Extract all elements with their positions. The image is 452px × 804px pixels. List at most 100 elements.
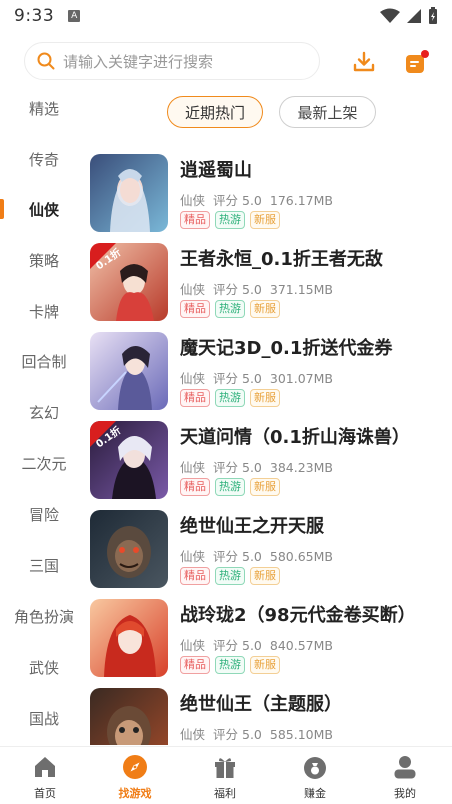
- category-item-active[interactable]: 仙侠: [0, 194, 88, 224]
- tag-badge: 新服: [250, 567, 280, 585]
- top-header: 请输入关键字进行搜索: [0, 40, 452, 84]
- nav-home[interactable]: 首页: [0, 747, 90, 804]
- game-meta: 仙侠 评分 5.0 384.23MB: [180, 457, 341, 476]
- game-list-item[interactable]: 0.1折 天道问情（0.1折山海诛兽） 仙侠 评分 5.0 384.23MB 精品 …: [88, 417, 452, 506]
- game-icon-image: [90, 332, 168, 410]
- nav-welfare[interactable]: 福利: [180, 747, 270, 804]
- category-item[interactable]: 精选: [0, 93, 88, 123]
- nav-label: 找游戏: [118, 787, 152, 800]
- tab-hot[interactable]: 近期热门: [167, 96, 263, 128]
- compass-icon: [123, 755, 147, 779]
- game-name: 战玲珑2（98元代金卷买断）: [180, 605, 416, 626]
- game-rating: 评分 5.0: [213, 460, 262, 475]
- tag-badge: 新服: [250, 656, 280, 674]
- tag-badge: 热游: [215, 300, 245, 318]
- search-icon: [37, 52, 55, 70]
- nav-earn[interactable]: 赚金: [270, 747, 360, 804]
- tag-badge: 新服: [250, 211, 280, 229]
- game-list: 逍遥蜀山 仙侠 评分 5.0 176.17MB 精品 热游 新服 0.1折 王者永恒…: [88, 150, 452, 745]
- category-label: 冒险: [28, 505, 59, 524]
- tag-badge: 精品: [180, 567, 210, 585]
- category-item[interactable]: 传奇: [0, 144, 88, 174]
- game-name: 绝世仙王（主题服）: [180, 694, 342, 715]
- game-rating: 评分 5.0: [213, 193, 262, 208]
- nav-find-games[interactable]: 找游戏: [90, 747, 180, 804]
- message-icon[interactable]: [404, 48, 430, 76]
- game-icon-image: [90, 154, 168, 232]
- game-name: 魔天记3D_0.1折送代金券: [180, 338, 393, 359]
- tab-new[interactable]: 最新上架: [279, 96, 376, 128]
- game-meta: 仙侠 评分 5.0 840.57MB: [180, 635, 341, 654]
- category-item[interactable]: 二次元: [0, 448, 88, 478]
- game-tags: 精品 热游 新服: [180, 389, 280, 407]
- nav-label: 福利: [214, 787, 236, 800]
- game-list-item[interactable]: 战玲珑2（98元代金卷买断） 仙侠 评分 5.0 840.57MB 精品 热游 新服: [88, 595, 452, 684]
- game-size: 176.17MB: [269, 193, 333, 208]
- category-label: 角色扮演: [13, 607, 74, 626]
- category-item[interactable]: 武侠: [0, 652, 88, 682]
- category-label: 精选: [28, 99, 59, 118]
- game-meta: 仙侠 评分 5.0 371.15MB: [180, 279, 341, 298]
- game-tags: 精品 热游 新服: [180, 656, 280, 674]
- game-list-item[interactable]: 魔天记3D_0.1折送代金券 仙侠 评分 5.0 301.07MB 精品 热游 新服: [88, 328, 452, 417]
- category-label: 武侠: [28, 658, 59, 677]
- status-time: 9:33: [14, 6, 55, 26]
- category-item[interactable]: 策略: [0, 245, 88, 275]
- game-rating: 评分 5.0: [213, 727, 262, 742]
- game-genre: 仙侠: [180, 638, 206, 653]
- tag-badge: 新服: [250, 300, 280, 318]
- game-size: 384.23MB: [269, 460, 333, 475]
- category-label: 回合制: [21, 352, 67, 371]
- tag-badge: 精品: [180, 656, 210, 674]
- category-item[interactable]: 卡牌: [0, 296, 88, 326]
- game-meta: 仙侠 评分 5.0 301.07MB: [180, 368, 341, 387]
- game-icon-image: [90, 599, 168, 677]
- game-name: 逍遥蜀山: [180, 160, 252, 181]
- game-icon-image: [90, 510, 168, 588]
- category-item[interactable]: 玄幻: [0, 397, 88, 427]
- category-label: 三国: [28, 556, 59, 575]
- game-meta: 仙侠 评分 5.0 585.10MB: [180, 724, 341, 743]
- game-tags: 精品 热游 新服: [180, 567, 280, 585]
- tag-badge: 新服: [250, 389, 280, 407]
- search-placeholder: 请输入关键字进行搜索: [63, 52, 214, 71]
- wifi-icon: [380, 8, 400, 23]
- game-list-item[interactable]: 0.1折 王者永恒_0.1折王者无敌 仙侠 评分 5.0 371.15MB 精品 热…: [88, 239, 452, 328]
- nav-mine[interactable]: 我的: [360, 747, 450, 804]
- tag-badge: 精品: [180, 211, 210, 229]
- game-tags: 精品 热游 新服: [180, 478, 280, 496]
- tag-badge: 热游: [215, 389, 245, 407]
- home-icon: [35, 757, 55, 777]
- game-list-item[interactable]: 绝世仙王之开天服 仙侠 评分 5.0 580.65MB 精品 热游 新服: [88, 506, 452, 595]
- download-icon[interactable]: [352, 50, 376, 74]
- tag-badge: 精品: [180, 300, 210, 318]
- game-genre: 仙侠: [180, 727, 206, 742]
- game-name: 天道问情（0.1折山海诛兽）: [180, 427, 410, 448]
- category-item[interactable]: 冒险: [0, 499, 88, 529]
- status-bar: 9:33 A: [0, 0, 452, 32]
- tag-badge: 热游: [215, 567, 245, 585]
- game-name: 绝世仙王之开天服: [180, 516, 324, 537]
- game-list-item[interactable]: 绝世仙王（主题服） 仙侠评分 5.0585.10MB 精品 热游 新服: [88, 684, 452, 745]
- game-size: 840.57MB: [269, 638, 333, 653]
- category-item[interactable]: 国战: [0, 703, 88, 733]
- game-genre: 仙侠: [180, 371, 206, 386]
- nav-label: 赚金: [304, 787, 326, 800]
- tag-badge: 精品: [180, 478, 210, 496]
- category-label: 卡牌: [28, 302, 59, 321]
- game-genre: 仙侠: [180, 460, 206, 475]
- category-item[interactable]: 回合制: [0, 346, 88, 376]
- game-list-item[interactable]: 逍遥蜀山 仙侠 评分 5.0 176.17MB 精品 热游 新服: [88, 150, 452, 239]
- game-size: 580.65MB: [269, 549, 333, 564]
- category-item[interactable]: 三国: [0, 550, 88, 580]
- bottom-nav: 首页 找游戏 福利 赚金 我的: [0, 746, 452, 804]
- status-right: [380, 7, 438, 25]
- category-item[interactable]: 角色扮演: [0, 601, 88, 631]
- battery-icon: [429, 7, 437, 24]
- game-rating: 评分 5.0: [213, 549, 262, 564]
- game-rating: 评分 5.0: [213, 638, 262, 653]
- game-size: 301.07MB: [269, 371, 333, 386]
- search-input[interactable]: 请输入关键字进行搜索: [24, 42, 320, 80]
- nav-label: 首页: [34, 787, 56, 800]
- game-meta: 仙侠 评分 5.0 176.17MB: [180, 190, 341, 209]
